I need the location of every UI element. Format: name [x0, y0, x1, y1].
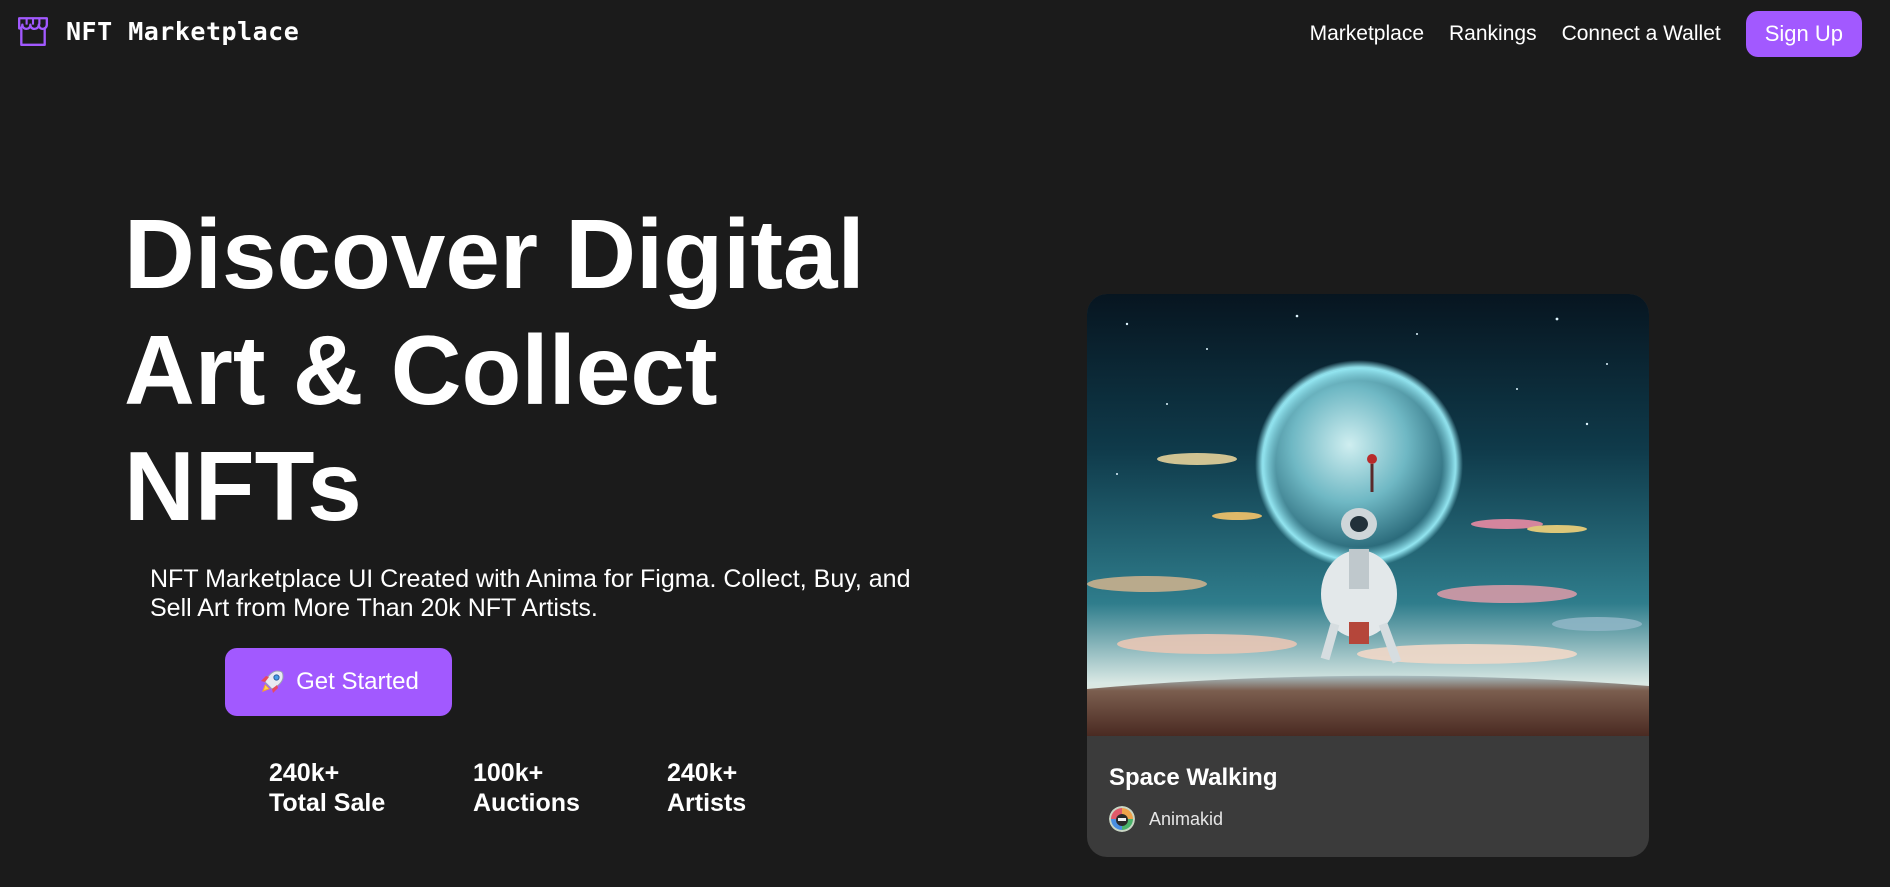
nft-artwork-image	[1087, 294, 1649, 736]
get-started-label: Get Started	[296, 668, 419, 695]
stat-auctions: 100k+ Auctions	[473, 758, 580, 818]
rocket-icon	[261, 670, 284, 693]
get-started-button[interactable]: Get Started	[225, 648, 452, 716]
stat-label: Total Sale	[269, 789, 386, 817]
hero-title: Discover Digital Art & Collect NFTs	[124, 199, 865, 541]
main-nav: Marketplace Rankings Connect a Wallet Si…	[1285, 11, 1862, 57]
stat-total-sale: 240k+ Total Sale	[269, 758, 385, 818]
artist-avatar	[1109, 806, 1135, 832]
nav-marketplace-link[interactable]: Marketplace	[1310, 22, 1424, 46]
artist-info[interactable]: Animakid	[1109, 806, 1223, 832]
stat-value: 240k+	[667, 759, 738, 787]
nav-rankings-link[interactable]: Rankings	[1449, 22, 1537, 46]
sign-up-button[interactable]: Sign Up	[1745, 11, 1862, 57]
hero-subtitle: NFT Marketplace UI Created with Anima fo…	[150, 565, 911, 622]
stat-label: Auctions	[473, 789, 580, 817]
nft-title: Space Walking	[1109, 764, 1278, 791]
nav-connect-wallet-link[interactable]: Connect a Wallet	[1562, 22, 1721, 46]
top-navbar: NFT Marketplace Marketplace Rankings Con…	[0, 0, 1890, 70]
logo-text: NFT Marketplace	[66, 16, 300, 46]
featured-nft-card[interactable]: Space Walking Animakid	[1087, 294, 1649, 857]
stat-artists: 240k+ Artists	[667, 758, 746, 818]
artist-name: Animakid	[1149, 808, 1224, 829]
stat-value: 240k+	[269, 759, 340, 787]
storefront-icon	[18, 17, 48, 46]
stat-value: 100k+	[473, 759, 544, 787]
logo-link[interactable]: NFT Marketplace	[16, 14, 299, 48]
stat-label: Artists	[667, 789, 747, 817]
